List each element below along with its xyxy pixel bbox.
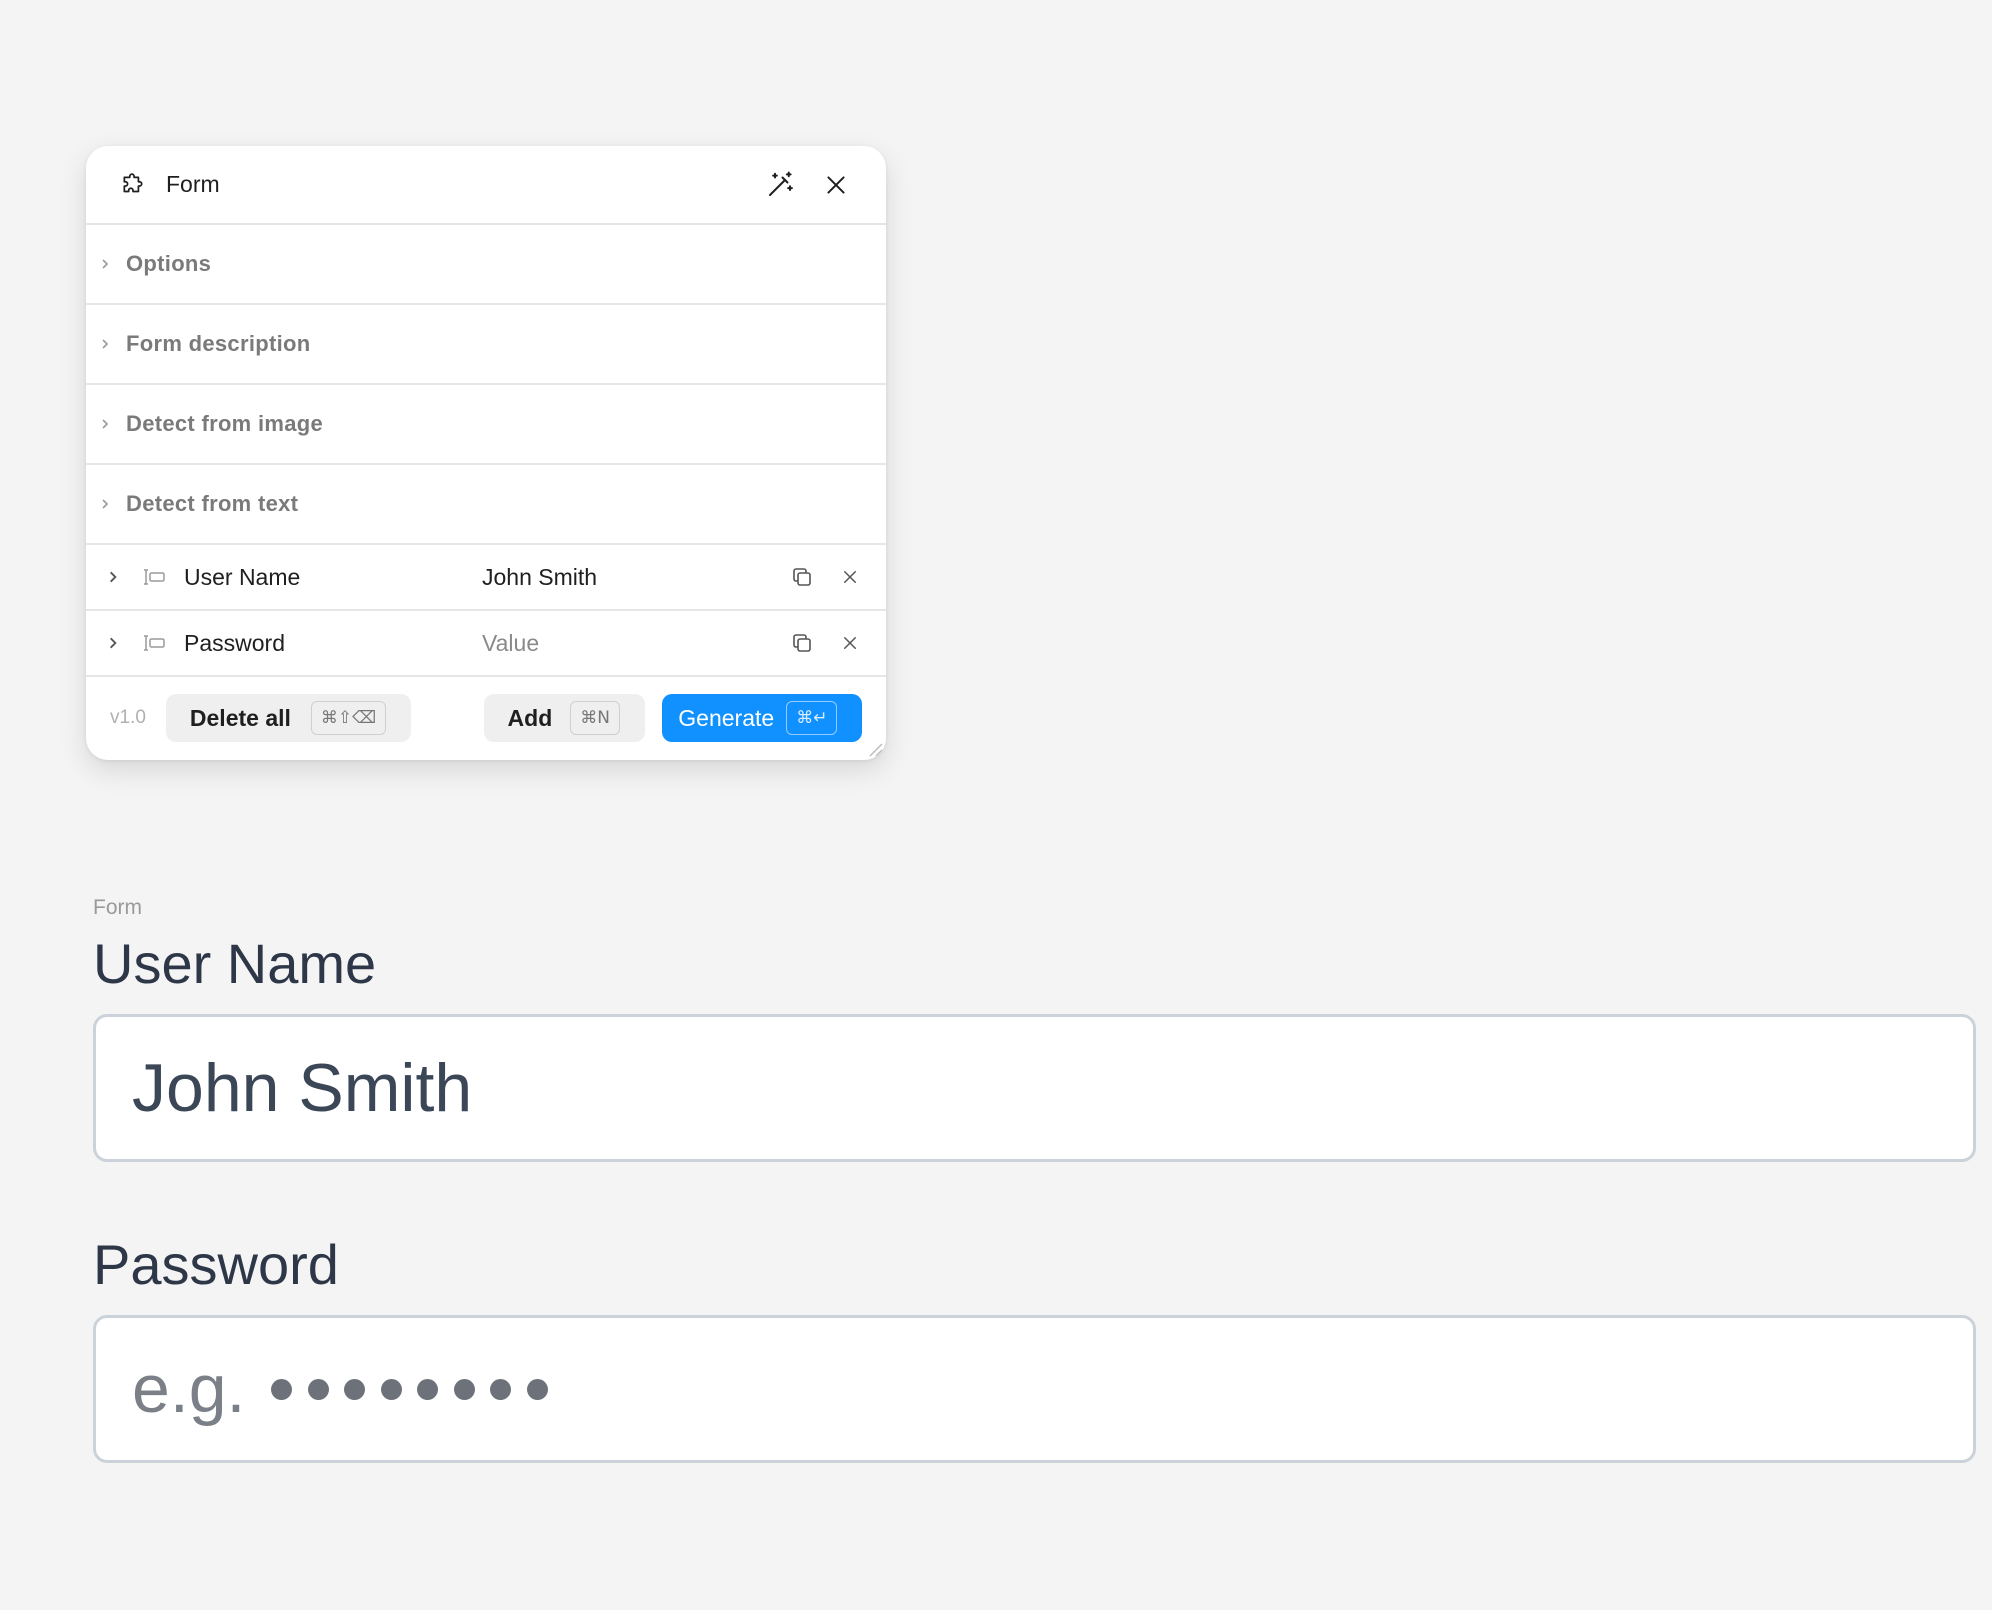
mask-dot — [380, 1378, 402, 1400]
mask-dot — [271, 1378, 293, 1400]
remove-field-icon[interactable] — [826, 619, 874, 667]
mask-dot — [453, 1378, 475, 1400]
delete-all-button[interactable]: Delete all ⌘⇧⌫ — [165, 694, 411, 742]
generate-label: Generate — [678, 704, 775, 731]
field-value[interactable]: John Smith — [482, 564, 778, 591]
user-name-value: John Smith — [132, 1050, 473, 1126]
user-name-label: User Name — [93, 932, 377, 995]
chevron-right-icon — [96, 255, 114, 273]
generate-button[interactable]: Generate ⌘↵ — [662, 694, 862, 742]
generate-shortcut: ⌘↵ — [786, 701, 838, 735]
remove-field-icon[interactable] — [826, 553, 874, 601]
section-options[interactable]: Options — [86, 225, 886, 305]
chevron-right-icon — [96, 335, 114, 353]
copy-icon[interactable] — [778, 619, 826, 667]
text-field-icon — [132, 567, 176, 587]
puzzle-icon — [120, 172, 146, 198]
mask-dot — [344, 1378, 366, 1400]
field-name[interactable]: User Name — [176, 564, 482, 591]
section-detect-from-text[interactable]: Detect from text — [86, 465, 886, 545]
add-button[interactable]: Add ⌘N — [483, 694, 646, 742]
form-builder-panel: Form Options Form description Detect fro… — [86, 146, 886, 760]
magic-wand-icon[interactable] — [758, 163, 802, 207]
mask-dot — [490, 1378, 512, 1400]
add-shortcut: ⌘N — [570, 701, 620, 735]
panel-header: Form — [86, 146, 886, 225]
mask-dot — [417, 1378, 439, 1400]
field-value-placeholder[interactable]: Value — [482, 630, 778, 657]
section-form-description[interactable]: Form description — [86, 305, 886, 385]
panel-title: Form — [166, 171, 220, 197]
password-input[interactable]: e.g. — [93, 1315, 1976, 1463]
placeholder-prefix: e.g. — [132, 1351, 246, 1427]
password-placeholder: e.g. — [132, 1350, 548, 1428]
delete-all-shortcut: ⌘⇧⌫ — [310, 701, 387, 735]
section-label: Options — [126, 251, 212, 276]
chevron-right-icon — [96, 415, 114, 433]
chevron-right-icon — [96, 495, 114, 513]
section-label: Detect from image — [126, 411, 324, 436]
section-label: Detect from text — [126, 491, 299, 516]
field-row-user-name: User Name John Smith — [86, 545, 886, 611]
version-label: v1.0 — [110, 707, 146, 728]
password-label: Password — [93, 1233, 339, 1296]
chevron-right-icon[interactable] — [86, 570, 132, 584]
delete-all-label: Delete all — [189, 704, 291, 731]
resize-handle[interactable] — [866, 740, 884, 758]
section-label: Form description — [126, 331, 311, 356]
masked-dots — [271, 1378, 548, 1400]
add-label: Add — [507, 704, 553, 731]
text-field-icon — [132, 633, 176, 653]
close-icon[interactable] — [814, 163, 858, 207]
mask-dot — [526, 1378, 548, 1400]
field-name[interactable]: Password — [176, 630, 482, 657]
chevron-right-icon[interactable] — [86, 636, 132, 650]
field-row-password: Password Value — [86, 611, 886, 677]
user-name-input[interactable]: John Smith — [93, 1014, 1976, 1162]
form-caption: Form — [93, 896, 142, 919]
panel-footer: v1.0 Delete all ⌘⇧⌫ Add ⌘N Generate ⌘↵ — [86, 677, 886, 759]
copy-icon[interactable] — [778, 553, 826, 601]
section-detect-from-image[interactable]: Detect from image — [86, 385, 886, 465]
mask-dot — [307, 1378, 329, 1400]
